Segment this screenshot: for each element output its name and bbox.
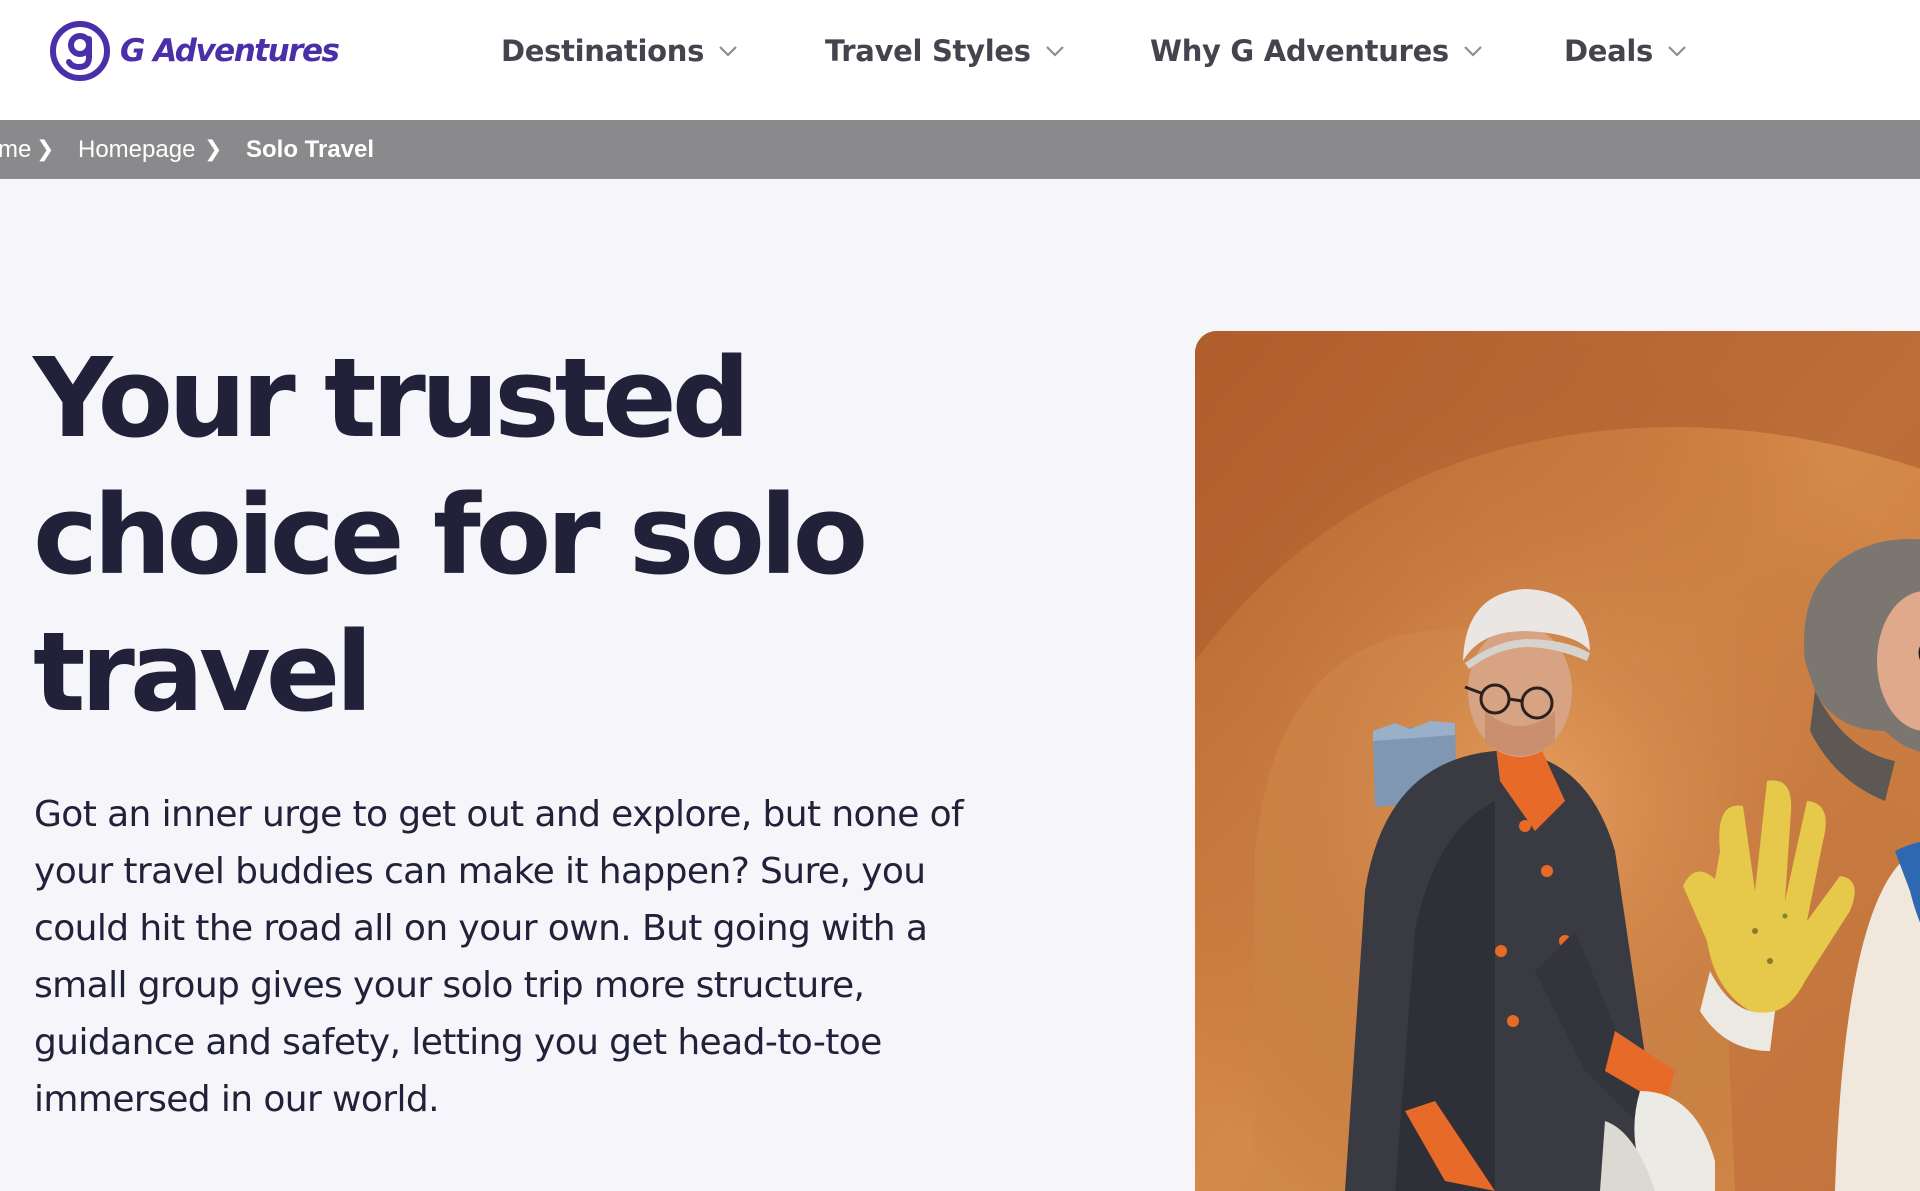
breadcrumb-item-home[interactable]: me — [0, 120, 31, 179]
paragraph-line: immersed in our world. — [34, 1079, 440, 1120]
breadcrumb: me ❯ Homepage ❯ Solo Travel — [0, 120, 1920, 179]
nav-item-destinations[interactable]: Destinations — [501, 30, 738, 72]
nav-item-label: Destinations — [501, 34, 705, 68]
title-line: choice for solo — [33, 471, 868, 599]
chevron-down-icon — [1464, 46, 1482, 57]
site-header: G Adventures Destinations Travel Styles … — [0, 0, 1920, 120]
paragraph-line: guidance and safety, letting you get hea… — [34, 1022, 882, 1063]
breadcrumb-item-current: Solo Travel — [246, 135, 375, 163]
title-line: Your trusted — [33, 334, 751, 462]
breadcrumb-separator: ❯ — [36, 137, 55, 162]
breadcrumb-separator: ❯ — [204, 137, 223, 162]
paragraph-line: Got an inner urge to get out and explore… — [34, 794, 964, 835]
chevron-down-icon — [719, 46, 737, 57]
nav-item-label: Deals — [1564, 34, 1654, 68]
paragraph-line: small group gives your solo trip more st… — [34, 965, 865, 1006]
chevron-down-icon — [1045, 46, 1064, 57]
page-title: Your trusted choice for solo travel — [33, 330, 913, 741]
hero-image — [1195, 331, 1920, 1191]
cooking-class-photo — [1195, 331, 1920, 1191]
intro-paragraph: Got an inner urge to get out and explore… — [34, 786, 974, 1128]
nav-item-travel-styles[interactable]: Travel Styles — [825, 30, 1065, 72]
paragraph-line: your travel buddies can make it happen? … — [34, 851, 926, 892]
nav-item-label: Travel Styles — [825, 34, 1031, 68]
title-line: travel — [33, 608, 373, 736]
chevron-down-icon — [1668, 46, 1686, 57]
main-nav: Destinations Travel Styles Why G Adventu… — [0, 0, 1920, 102]
nav-item-label: Why G Adventures — [1150, 34, 1449, 68]
nav-item-why-g-adventures[interactable]: Why G Adventures — [1150, 30, 1483, 72]
paragraph-line: could hit the road all on your own. But … — [34, 908, 928, 949]
nav-item-deals[interactable]: Deals — [1564, 30, 1687, 72]
breadcrumb-item-homepage[interactable]: Homepage — [78, 120, 195, 179]
